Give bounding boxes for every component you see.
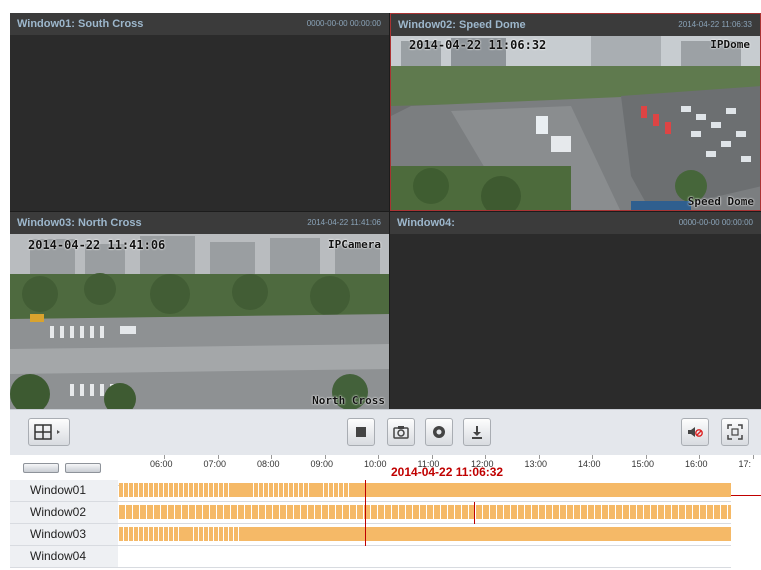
window-timestamp: 2014-04-22 11:41:06 xyxy=(307,218,381,227)
osd-camera: IPDome xyxy=(710,38,750,51)
tick-label: 14:00 xyxy=(578,459,601,469)
video-view[interactable]: 2014-04-22 11:41:06 IPCamera North Cross xyxy=(10,234,389,409)
tick-label: 09:00 xyxy=(310,459,334,469)
playback-toolbar xyxy=(10,409,761,456)
mute-button[interactable] xyxy=(681,418,709,446)
record-track[interactable] xyxy=(119,483,731,497)
timeline-row[interactable]: Window02 xyxy=(10,502,761,524)
window-title-bar: Window02: Speed Dome 2014-04-22 11:06:33 xyxy=(391,14,760,36)
tick-label: 16:00 xyxy=(685,459,708,469)
timeline-scrollbar[interactable] xyxy=(731,480,761,570)
tick-mark xyxy=(752,455,754,459)
video-window-1[interactable]: Window01: South Cross 0000-00-00 00:00:0… xyxy=(10,13,389,211)
tick-label: 15:00 xyxy=(631,459,655,469)
window-timestamp: 0000-00-00 00:00:00 xyxy=(306,19,381,28)
row-label: Window02 xyxy=(10,502,118,523)
zoom-in-button[interactable] xyxy=(23,463,59,473)
fullscreen-button[interactable] xyxy=(721,418,749,446)
capture-button[interactable] xyxy=(387,418,415,446)
download-button[interactable] xyxy=(463,418,491,446)
layout-button[interactable] xyxy=(28,418,70,446)
row-label: Window04 xyxy=(10,546,118,567)
osd-time: 2014-04-22 11:06:32 xyxy=(409,38,547,52)
timeline-row[interactable]: Window04 xyxy=(10,546,761,568)
osd-label: Speed Dome xyxy=(687,195,754,208)
video-view[interactable] xyxy=(390,234,761,409)
record-track[interactable] xyxy=(119,505,731,519)
timeline-row[interactable]: Window03 xyxy=(10,524,761,546)
window-title-bar: Window04: 0000-00-00 00:00:00 xyxy=(390,212,761,234)
window-name: Window03: North Cross xyxy=(17,217,142,229)
osd-time: 2014-04-22 11:41:06 xyxy=(28,238,166,252)
osd-label: North Cross xyxy=(312,394,385,407)
tick-label: 07:00 xyxy=(203,459,227,469)
fullscreen-icon xyxy=(727,424,743,440)
tick-label: 10:00 xyxy=(364,459,387,469)
tick-label: 17: xyxy=(738,459,752,469)
video-window-2[interactable]: Window02: Speed Dome 2014-04-22 11:06:33 xyxy=(390,13,761,211)
tick-label: 08:00 xyxy=(257,459,280,469)
timeline-panel: 06:00 07:00 08:00 09:00 10:00 11:00 12:00 13:00… xyxy=(10,455,761,570)
stop-button[interactable] xyxy=(347,418,375,446)
record-icon xyxy=(433,426,445,438)
zoom-out-button[interactable] xyxy=(65,463,101,473)
top-strip xyxy=(0,0,761,13)
tick-label: 06:00 xyxy=(150,459,173,469)
camera-feed-image xyxy=(10,234,389,409)
timeline-row[interactable]: Window01 xyxy=(10,480,761,502)
stop-icon xyxy=(356,427,366,437)
video-grid: Window01: South Cross 0000-00-00 00:00:0… xyxy=(10,13,761,409)
window-timestamp: 0000-00-00 00:00:00 xyxy=(678,218,753,227)
window-title-bar: Window01: South Cross 0000-00-00 00:00:0… xyxy=(10,13,389,35)
video-view[interactable] xyxy=(10,35,389,211)
row-label: Window01 xyxy=(10,480,118,501)
download-icon xyxy=(472,426,482,439)
video-window-4[interactable]: Window04: 0000-00-00 00:00:00 xyxy=(390,212,761,409)
mute-icon xyxy=(688,427,703,437)
record-track[interactable] xyxy=(119,527,731,541)
window-name: Window02: Speed Dome xyxy=(398,19,526,31)
camera-icon xyxy=(393,426,409,439)
tick-label: 13:00 xyxy=(524,459,548,469)
playback-cursor-marker xyxy=(474,502,475,524)
playback-cursor[interactable] xyxy=(365,480,366,546)
timeline-end-mark xyxy=(731,495,761,496)
current-time-label: 2014-04-22 11:06:32 xyxy=(391,465,504,479)
record-button[interactable] xyxy=(425,418,453,446)
osd-camera: IPCamera xyxy=(328,238,381,251)
grid-layout-icon xyxy=(34,424,60,440)
window-timestamp: 2014-04-22 11:06:33 xyxy=(678,20,752,29)
window-name: Window01: South Cross xyxy=(17,18,144,30)
window-name: Window04: xyxy=(397,217,455,229)
camera-feed-image xyxy=(391,36,760,210)
row-label: Window03 xyxy=(10,524,118,545)
video-window-3[interactable]: Window03: North Cross 2014-04-22 11:41:0… xyxy=(10,212,389,409)
video-view[interactable]: 2014-04-22 11:06:32 IPDome Speed Dome xyxy=(391,36,760,210)
window-title-bar: Window03: North Cross 2014-04-22 11:41:0… xyxy=(10,212,389,234)
